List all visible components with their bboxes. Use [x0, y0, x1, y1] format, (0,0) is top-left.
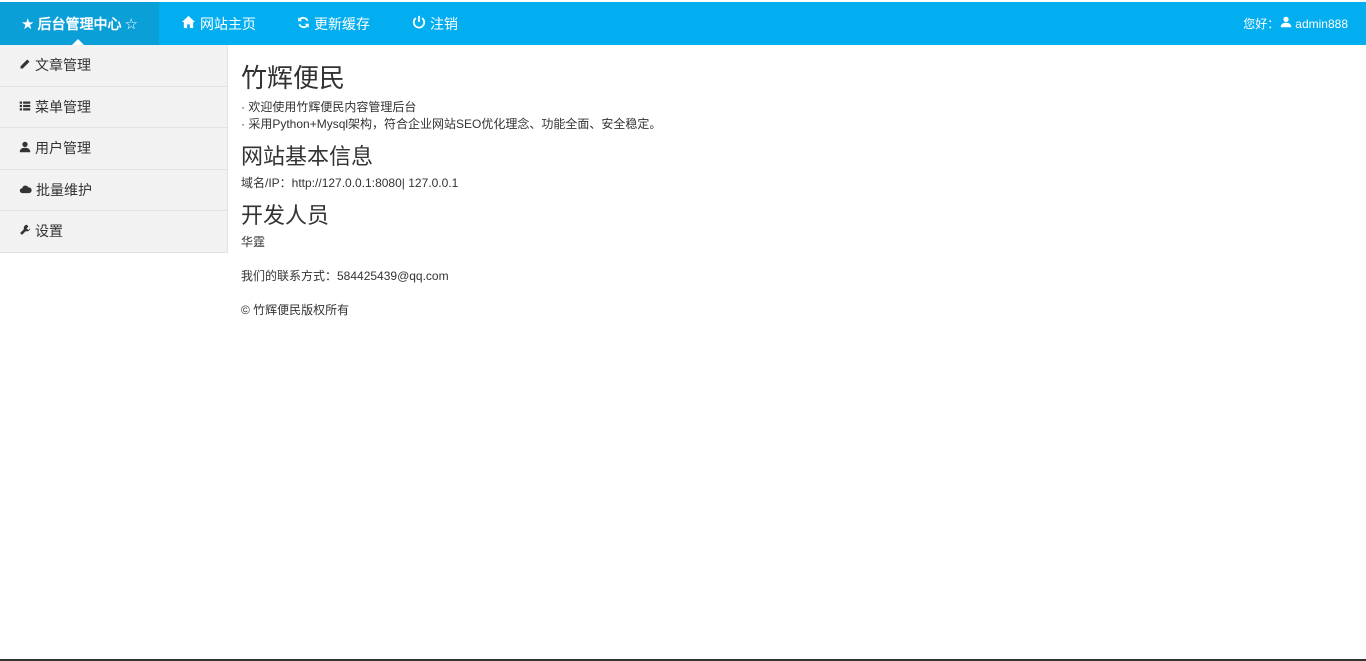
list-icon [19, 99, 35, 115]
sidebar-item-label: 菜单管理 [35, 98, 91, 115]
sidebar-item-settings[interactable]: 设置 [0, 211, 228, 253]
sidebar-item-label: 用户管理 [35, 140, 91, 157]
main-content: 竹辉便民 欢迎使用竹辉便民内容管理后台 采用Python+Mysql架构，符合企… [241, 45, 1341, 319]
nav-refresh-cache-link[interactable]: 更新缓存 [297, 2, 370, 45]
refresh-icon [297, 16, 314, 32]
power-icon [412, 15, 430, 32]
developer-name: 华霆 [241, 235, 266, 249]
sidebar-menu: 文章管理 菜单管理 用户管理 批量维护 设置 [0, 45, 228, 253]
sidebar-item-label: 批量维护 [36, 181, 92, 198]
sidebar-item-batch-maintenance[interactable]: 批量维护 [0, 169, 228, 211]
intro-line: 采用Python+Mysql架构，符合企业网站SEO优化理念、功能全面、安全稳定… [241, 116, 1341, 133]
cloud-icon [19, 182, 36, 198]
copyright-text: © 竹辉便民版权所有 [241, 303, 350, 317]
sidebar-item-label: 设置 [35, 223, 63, 240]
user-icon [19, 140, 35, 156]
greeting-label: 您好： [1243, 17, 1280, 31]
sidebar-item-articles[interactable]: 文章管理 [0, 45, 228, 87]
user-icon [1279, 16, 1295, 31]
top-navbar: ★ 后台管理中心 ☆ 网站主页 更新缓存 注销 您好： admin888 [0, 2, 1366, 45]
nav-home-label: 网站主页 [200, 15, 256, 32]
home-icon [181, 15, 200, 32]
nav-logout-label: 注销 [430, 15, 458, 32]
intro-line: 欢迎使用竹辉便民内容管理后台 [241, 99, 1341, 116]
username-link[interactable]: admin888 [1295, 17, 1348, 31]
developers-heading: 开发人员 [241, 203, 330, 228]
nav-refresh-label: 更新缓存 [314, 15, 370, 32]
nav-logout-link[interactable]: 注销 [412, 2, 458, 45]
contact-text: 我们的联系方式：584425439@qq.com [241, 269, 449, 283]
sidebar-item-menus[interactable]: 菜单管理 [0, 86, 228, 128]
brand-label: 后台管理中心 [37, 15, 122, 32]
pencil-icon [19, 57, 35, 73]
sidebar-item-label: 文章管理 [35, 57, 91, 74]
site-info-text: 域名/IP：http://127.0.0.1:8080| 127.0.0.1 [241, 176, 459, 190]
site-info-heading: 网站基本信息 [241, 144, 374, 169]
star-icon: ★ [21, 15, 35, 33]
wrench-icon [19, 223, 35, 239]
nav-home-link[interactable]: 网站主页 [181, 2, 256, 45]
user-greeting: 您好： admin888 [1243, 2, 1348, 45]
sidebar-item-users[interactable]: 用户管理 [0, 128, 228, 170]
page-title: 竹辉便民 [241, 63, 346, 93]
star-outline-icon: ☆ [124, 15, 138, 33]
brand-title[interactable]: ★ 后台管理中心 ☆ [0, 2, 159, 45]
